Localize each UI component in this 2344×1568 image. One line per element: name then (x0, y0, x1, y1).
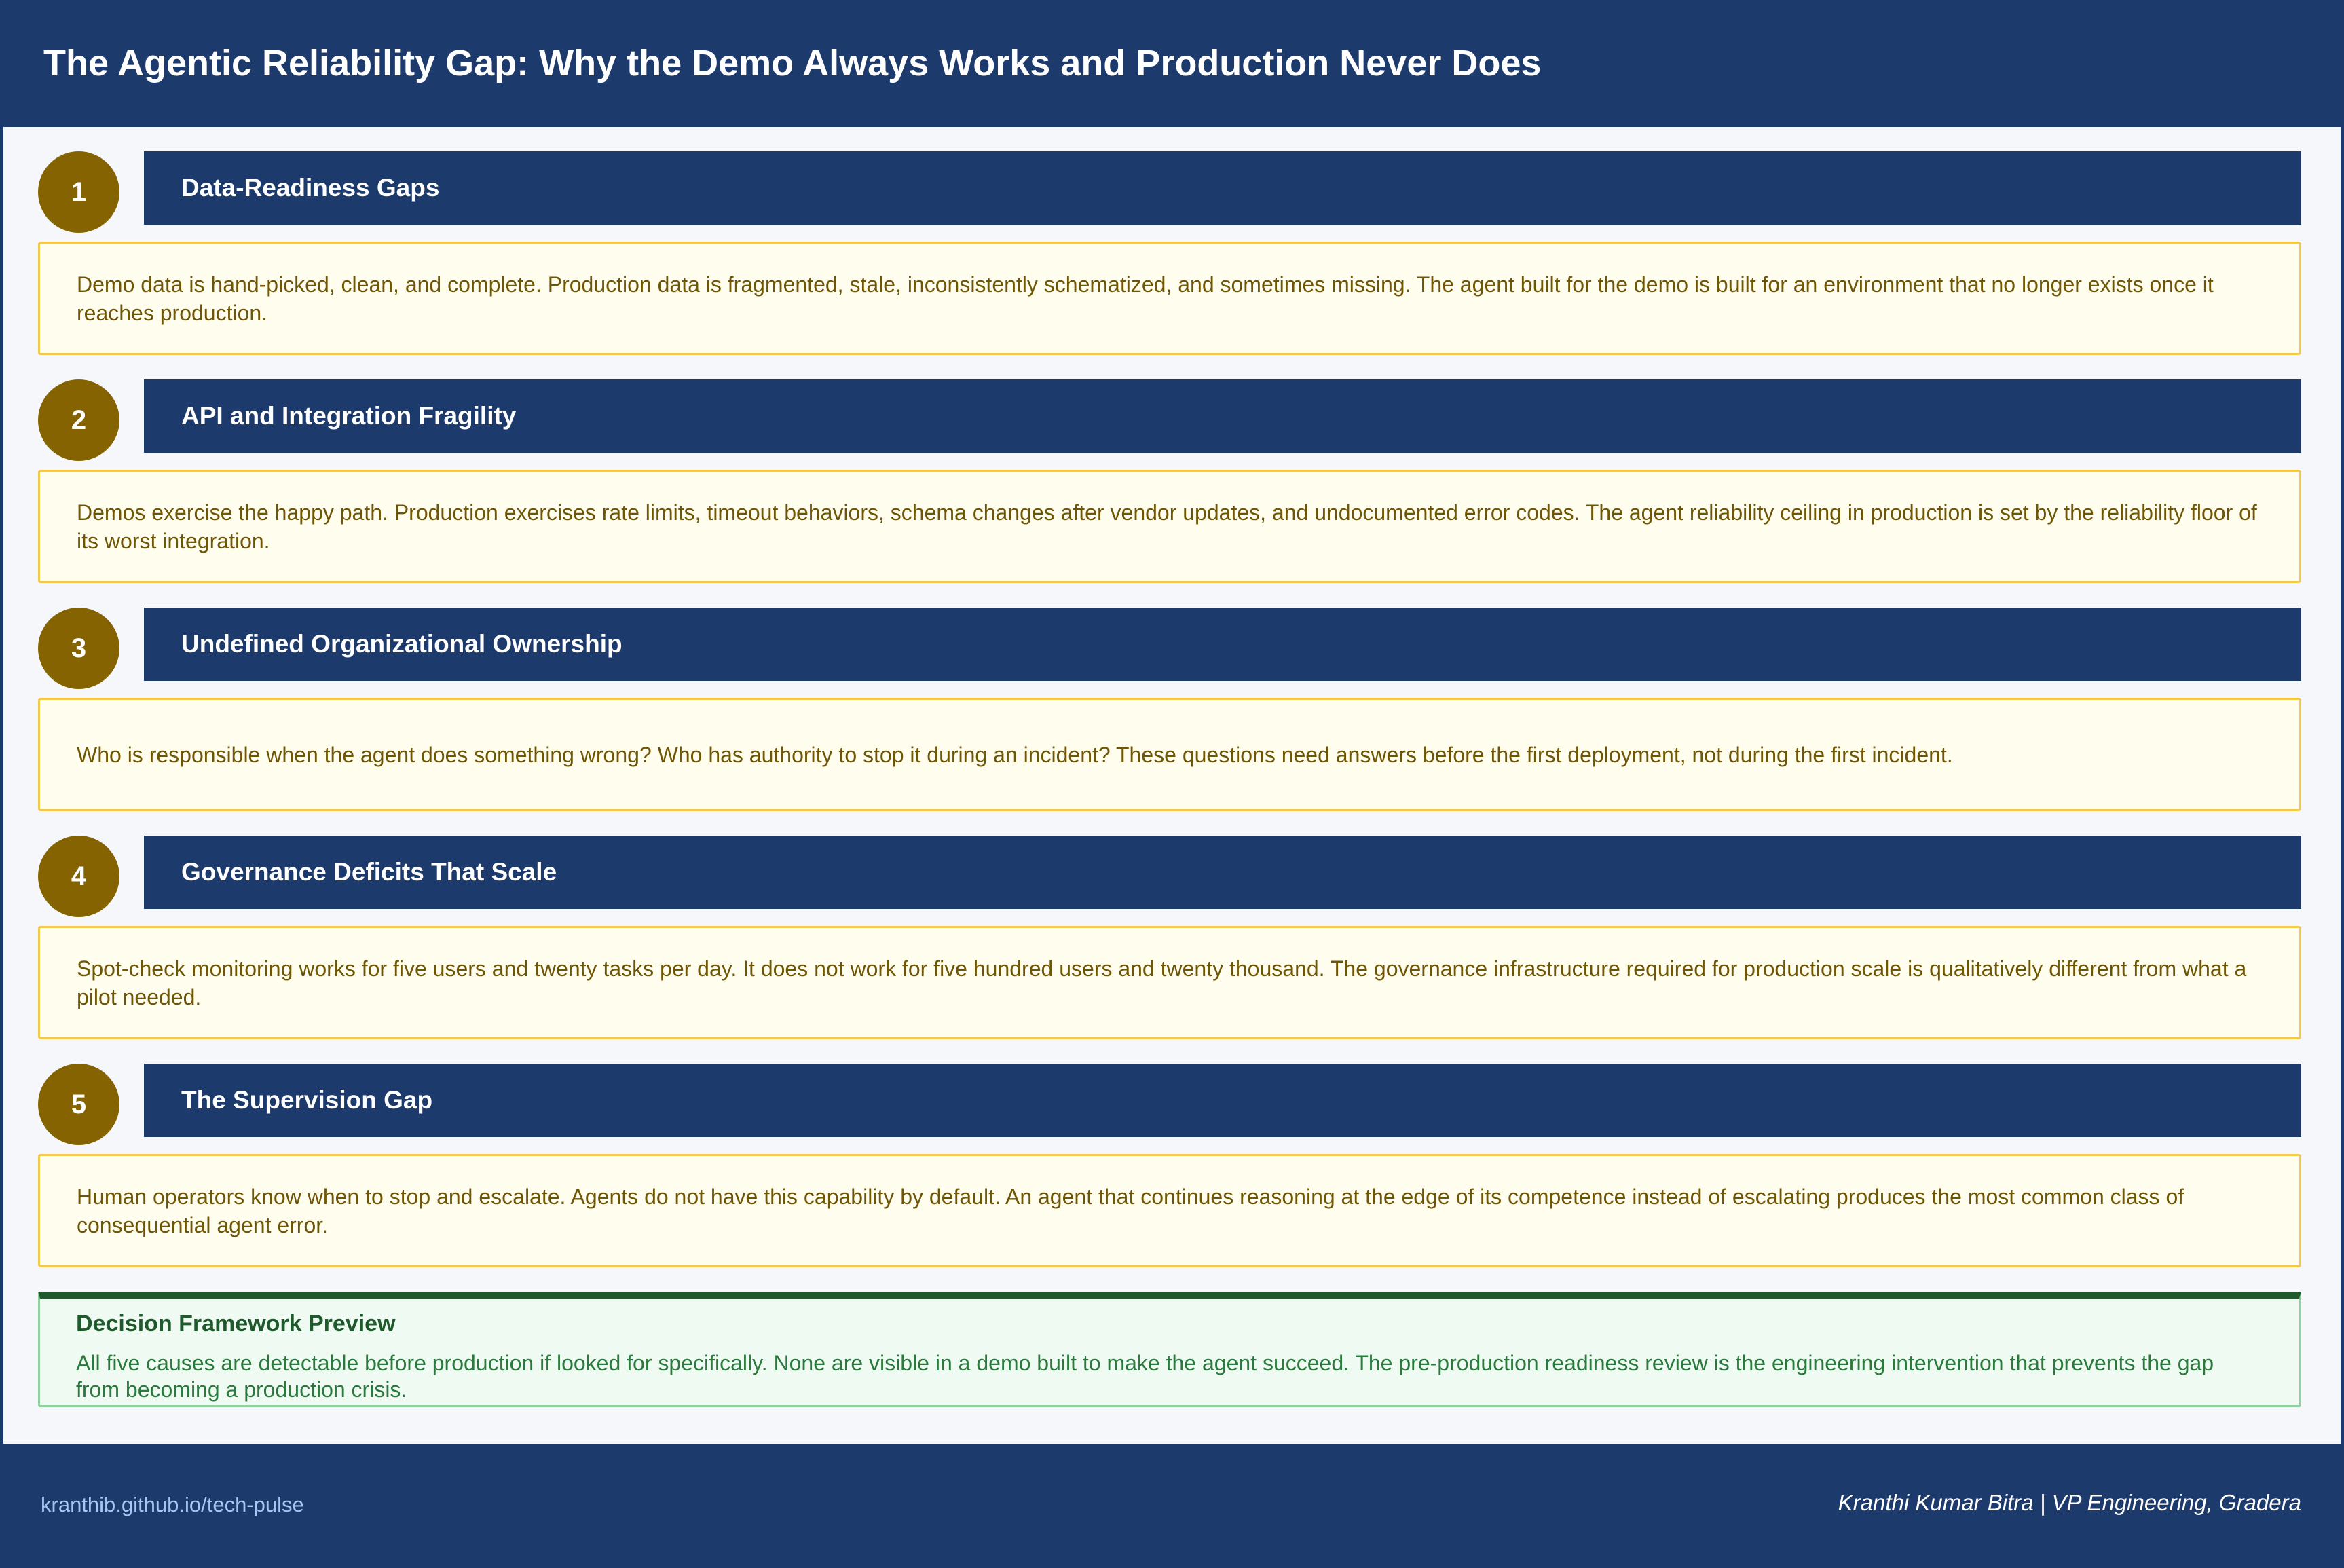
section-title-bar: Data-Readiness Gaps (144, 151, 2301, 225)
section-number-badge: 2 (38, 379, 119, 461)
preview-text: All five causes are detectable before pr… (76, 1351, 2214, 1402)
section-title: The Supervision Gap (181, 1086, 433, 1114)
section-description-box: Demos exercise the happy path. Productio… (38, 470, 2301, 583)
section-title-bar: API and Integration Fragility (144, 379, 2301, 453)
section-number-badge: 1 (38, 151, 119, 233)
infographic-page: The Agentic Reliability Gap: Why the Dem… (0, 0, 2344, 1568)
section-description-box: Spot-check monitoring works for five use… (38, 926, 2301, 1039)
section-title: Undefined Organizational Ownership (181, 630, 622, 658)
section-number-badge: 5 (38, 1064, 119, 1145)
section-1: 1 Data-Readiness Gaps Demo data is hand-… (0, 127, 2344, 355)
decision-framework-preview-box: Decision Framework Preview All five caus… (38, 1292, 2301, 1407)
page-title: The Agentic Reliability Gap: Why the Dem… (43, 43, 1542, 83)
section-description: Human operators know when to stop and es… (77, 1184, 2184, 1237)
section-description-box: Who is responsible when the agent does s… (38, 698, 2301, 811)
page-footer: kranthib.github.io/tech-pulse Kranthi Ku… (0, 1444, 2344, 1568)
section-description: Who is responsible when the agent does s… (77, 742, 1953, 767)
section-title-bar: Governance Deficits That Scale (144, 836, 2301, 909)
section-title: Governance Deficits That Scale (181, 858, 557, 886)
page-header: The Agentic Reliability Gap: Why the Dem… (0, 0, 2344, 127)
footer-link[interactable]: kranthib.github.io/tech-pulse (41, 1493, 304, 1517)
section-description: Spot-check monitoring works for five use… (77, 956, 2247, 1009)
section-title-bar: The Supervision Gap (144, 1064, 2301, 1137)
section-2: 2 API and Integration Fragility Demos ex… (0, 355, 2344, 583)
section-number-badge: 4 (38, 836, 119, 917)
section-description-box: Demo data is hand-picked, clean, and com… (38, 242, 2301, 355)
footer-author: Kranthi Kumar Bitra | VP Engineering, Gr… (1838, 1490, 2301, 1515)
preview-title: Decision Framework Preview (76, 1311, 396, 1337)
section-5: 5 The Supervision Gap Human operators kn… (0, 1039, 2344, 1267)
section-3: 3 Undefined Organizational Ownership Who… (0, 583, 2344, 811)
section-title: API and Integration Fragility (181, 402, 517, 430)
section-4: 4 Governance Deficits That Scale Spot-ch… (0, 811, 2344, 1039)
section-title: Data-Readiness Gaps (181, 174, 440, 202)
section-title-bar: Undefined Organizational Ownership (144, 608, 2301, 681)
section-description-box: Human operators know when to stop and es… (38, 1154, 2301, 1267)
section-description: Demo data is hand-picked, clean, and com… (77, 272, 2214, 325)
section-number-badge: 3 (38, 608, 119, 689)
section-description: Demos exercise the happy path. Productio… (77, 500, 2257, 553)
